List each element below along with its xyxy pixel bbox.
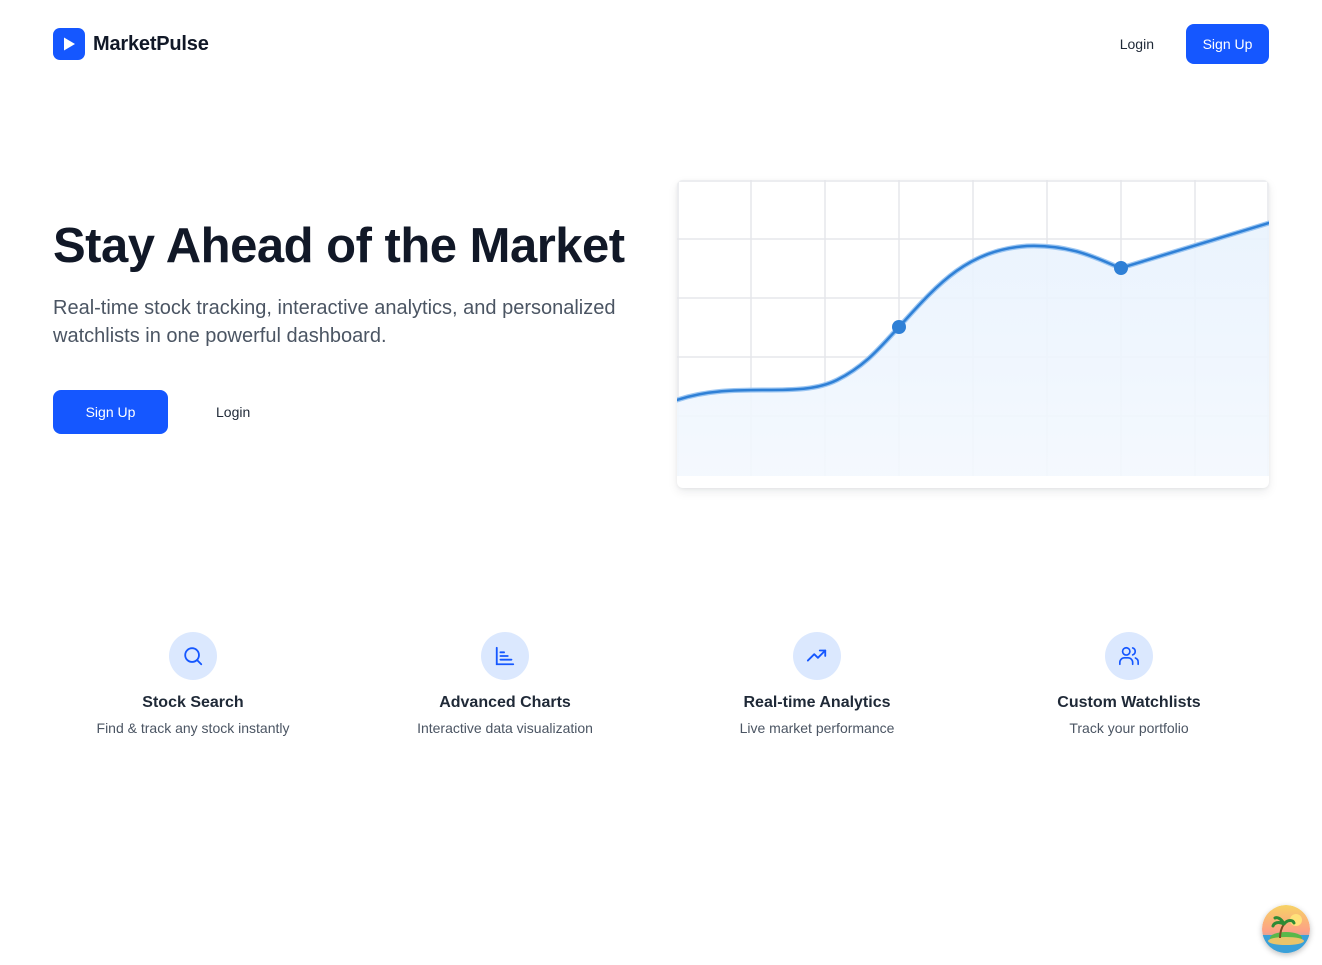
feature-description: Track your portfolio: [1069, 720, 1189, 736]
bar-chart-icon: [481, 632, 529, 680]
island-avatar-icon: [1262, 905, 1310, 953]
landing-page: MarketPulse Login Sign Up Stay Ahead of …: [0, 0, 1322, 965]
feature-realtime-analytics: Real-time Analytics Live market performa…: [661, 632, 973, 736]
brand[interactable]: MarketPulse: [53, 28, 209, 60]
feature-advanced-charts: Advanced Charts Interactive data visuali…: [349, 632, 661, 736]
hero-subtitle: Real-time stock tracking, interactive an…: [53, 297, 616, 347]
feature-title: Real-time Analytics: [743, 694, 891, 711]
feature-description: Live market performance: [739, 720, 895, 736]
hero-signup-button[interactable]: Sign Up: [53, 390, 168, 434]
feature-stock-search: Stock Search Find & track any stock inst…: [37, 632, 349, 736]
feature-title: Advanced Charts: [439, 694, 571, 711]
feature-description: Find & track any stock instantly: [96, 720, 290, 736]
trending-up-icon: [793, 632, 841, 680]
users-icon: [1105, 632, 1153, 680]
header-login-button[interactable]: Login: [1120, 36, 1154, 52]
hero-title: Stay Ahead of the Market: [53, 219, 625, 273]
feature-custom-watchlists: Custom Watchlists Track your portfolio: [973, 632, 1285, 736]
hero-actions: Sign Up Login: [53, 390, 250, 434]
hero-chart-illustration: [677, 180, 1269, 476]
hero-chart-card: [677, 180, 1269, 488]
features-row: Stock Search Find & track any stock inst…: [37, 632, 1285, 736]
brand-name: MarketPulse: [93, 32, 209, 55]
hero-login-button[interactable]: Login: [216, 404, 250, 420]
feature-description: Interactive data visualization: [417, 720, 593, 736]
chart-point: [892, 320, 906, 334]
header-nav: Login Sign Up: [1120, 24, 1269, 64]
header-signup-button[interactable]: Sign Up: [1186, 24, 1269, 64]
feature-title: Custom Watchlists: [1057, 694, 1201, 711]
search-icon: [169, 632, 217, 680]
play-logo-icon: [53, 28, 85, 60]
assistant-avatar-button[interactable]: [1262, 905, 1310, 953]
chart-point: [1114, 261, 1128, 275]
feature-title: Stock Search: [142, 694, 244, 711]
site-header: MarketPulse Login Sign Up: [53, 24, 1269, 64]
